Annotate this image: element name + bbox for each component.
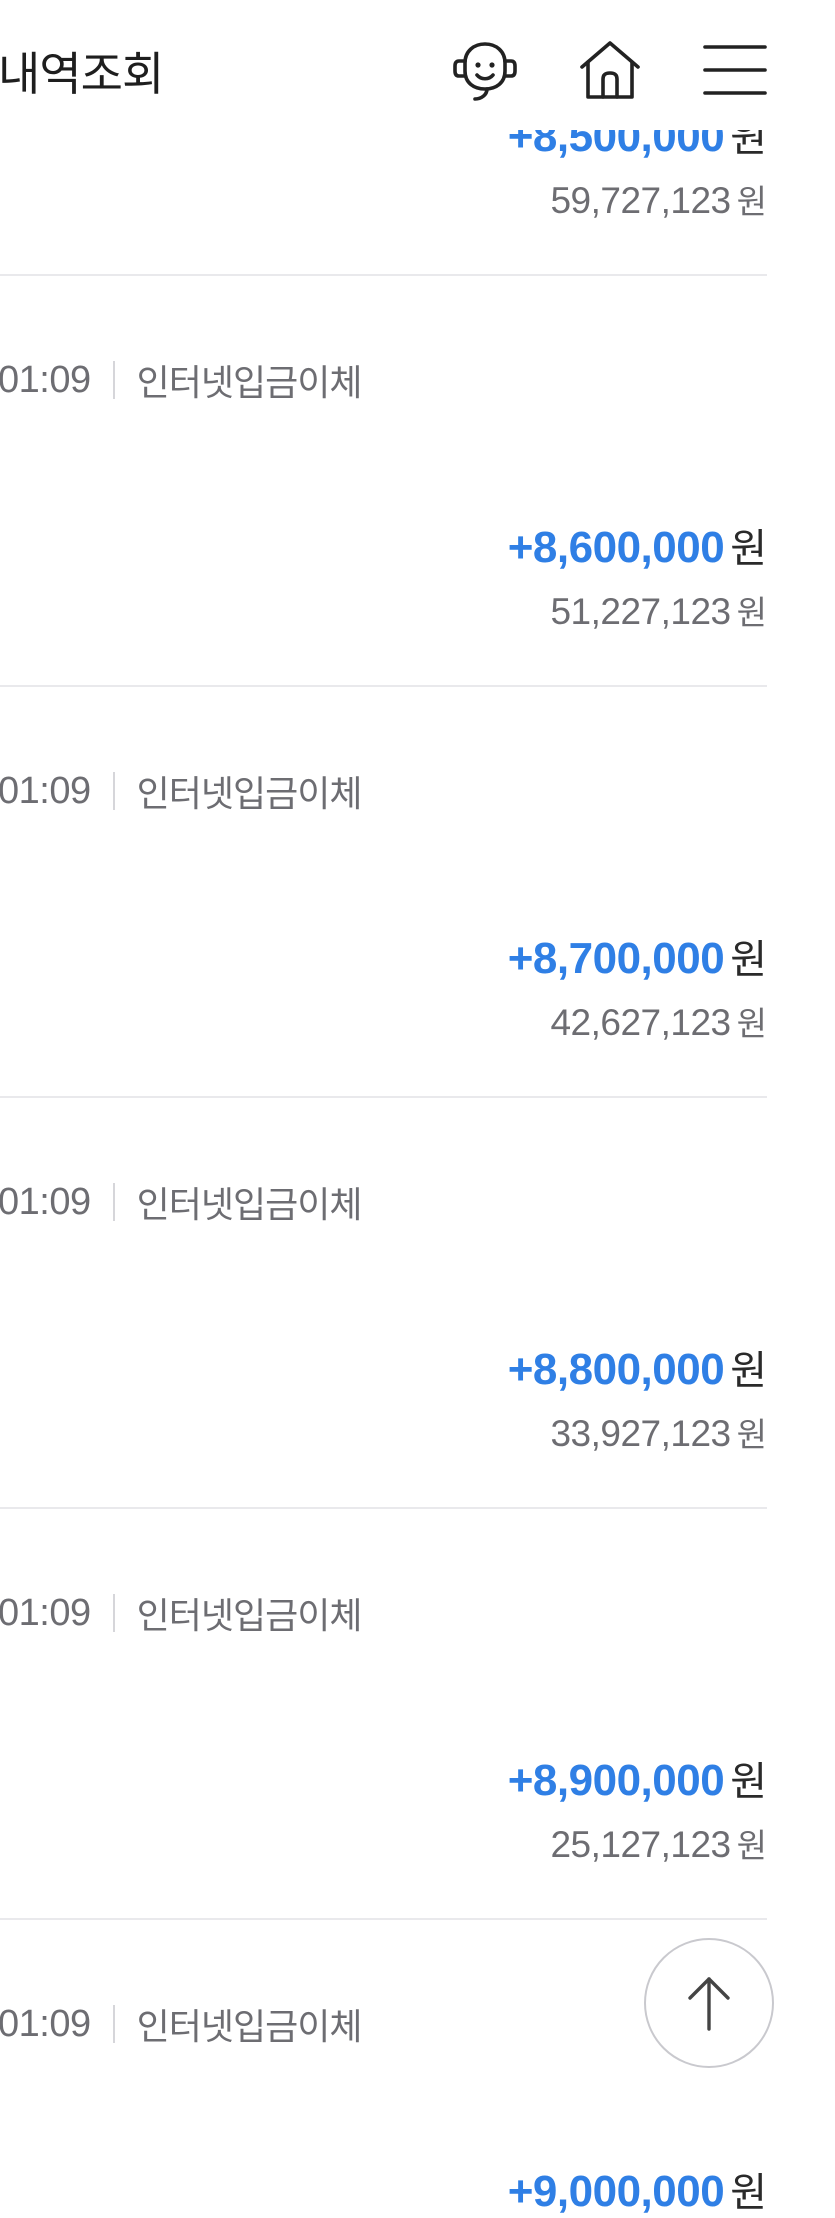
transaction-row[interactable]: 01:09 인터넷입금이체 +8,900,000 원 25,127,123 원 [0,1509,767,1920]
amount-value: +8,900,000 [507,1756,725,1805]
meta-divider [112,772,115,810]
transaction-amount: +8,800,000 원 [508,1338,767,1396]
transaction-time: 01:09 [0,1180,91,1223]
transaction-balance: 25,127,123 원 [550,1819,767,1867]
transaction-type: 인터넷입금이체 [136,2007,363,2048]
arrow-up-icon [688,1977,730,2031]
transaction-balance: 33,927,123 원 [550,1408,767,1456]
chatbot-button[interactable] [445,30,525,110]
balance-unit: 원 [736,1415,767,1454]
amount-unit: 원 [730,1759,767,1805]
home-button[interactable] [570,30,650,110]
transaction-time: 01:09 [0,2002,91,2045]
meta-divider [112,1594,115,1632]
transaction-row[interactable]: 01:09 인터넷입금이체 +8,800,000 원 33,927,123 원 [0,1098,767,1509]
balance-value: 51,227,123 [550,591,731,632]
balance-unit: 원 [736,1826,767,1865]
amount-unit: 원 [730,526,767,572]
amount-value: +8,700,000 [507,934,725,983]
meta-divider [112,361,115,399]
balance-unit: 원 [736,1004,767,1043]
amount-unit: 원 [730,937,767,983]
transaction-type: 인터넷입금이체 [136,1596,363,1637]
app-header: 내역조회 [0,0,835,130]
amount-unit: 원 [730,2170,767,2216]
chatbot-icon [453,42,517,101]
transaction-balance: 59,727,123 원 [550,175,767,223]
transaction-type: 인터넷입금이체 [136,363,363,404]
transaction-amount: +9,000,000 원 [508,2160,767,2218]
transaction-amount: +8,900,000 원 [508,1749,767,1807]
transaction-amount: +8,600,000 원 [508,516,767,574]
transaction-meta: 01:09 인터넷입금이체 [0,1587,363,1639]
balance-value: 25,127,123 [550,1824,731,1865]
home-icon [580,41,640,99]
balance-value: 42,627,123 [550,1002,731,1043]
transaction-meta: 01:09 인터넷입금이체 [0,765,363,817]
transaction-time: 01:09 [0,1591,91,1634]
transaction-balance: 42,627,123 원 [550,997,767,1045]
amount-value: +8,600,000 [507,523,725,572]
transaction-row[interactable]: 01:09 인터넷입금이체 +9,000,000 원 [0,1920,767,2217]
amount-value: +9,000,000 [507,2167,725,2216]
meta-divider [112,1183,115,1221]
transaction-row[interactable]: 01:09 인터넷입금이체 +8,600,000 원 51,227,123 원 [0,276,767,687]
balance-unit: 원 [736,593,767,632]
transaction-time: 01:09 [0,769,91,812]
page-title: 내역조회 [0,47,164,101]
transaction-type: 인터넷입금이체 [136,774,363,815]
transaction-meta: 01:09 인터넷입금이체 [0,354,363,406]
scroll-to-top-button[interactable] [644,1938,774,2068]
amount-unit: 원 [730,1348,767,1394]
transaction-time: 01:09 [0,358,91,401]
menu-button[interactable] [695,30,775,110]
transaction-type: 인터넷입금이체 [136,1185,363,1226]
hamburger-menu-icon [703,45,767,95]
transaction-balance: 51,227,123 원 [550,586,767,634]
meta-divider [112,2005,115,2043]
transaction-meta: 01:09 인터넷입금이체 [0,1998,363,2050]
amount-value: +8,800,000 [507,1345,725,1394]
balance-value: 33,927,123 [550,1413,731,1454]
transaction-row[interactable]: 01:09 인터넷입금이체 +8,700,000 원 42,627,123 원 [0,687,767,1098]
transaction-amount: +8,700,000 원 [508,927,767,985]
transaction-meta: 01:09 인터넷입금이체 [0,1176,363,1228]
balance-value: 59,727,123 [550,180,731,221]
balance-unit: 원 [736,182,767,221]
